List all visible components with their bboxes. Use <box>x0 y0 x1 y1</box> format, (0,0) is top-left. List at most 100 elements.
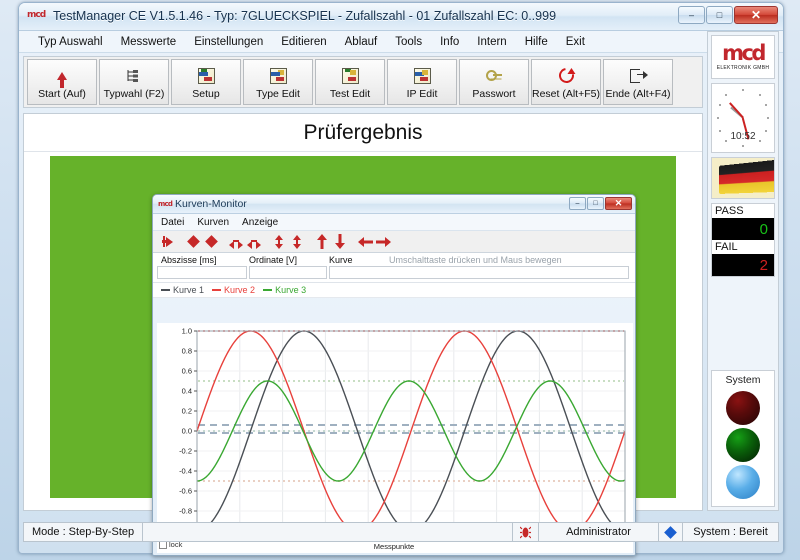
menu-item-exit[interactable]: Exit <box>557 34 594 50</box>
minimize-icon: – <box>575 200 580 207</box>
toolbar-label: Setup <box>192 87 220 100</box>
menu-item-tools[interactable]: Tools <box>386 34 431 50</box>
diamond-icon-1[interactable] <box>184 233 202 251</box>
tree-list-icon <box>125 65 143 87</box>
brand-logo-panel: mcd ELEKTRONIK GMBH <box>711 35 775 79</box>
toolbar-label: Type Edit <box>256 87 300 100</box>
menubar: Typ Auswahl Messwerte Einstellungen Edit… <box>19 31 783 53</box>
toolbar-button-test-edit[interactable]: Test Edit <box>315 59 385 105</box>
toolbar-label: IP Edit <box>406 87 438 100</box>
window-controls: – □ ✕ <box>677 6 778 24</box>
exit-door-icon <box>629 65 648 87</box>
svg-text:-0.6: -0.6 <box>179 487 192 496</box>
clock-second-hand <box>729 102 744 119</box>
statusbar: Mode : Step-By-Step Administrator System… <box>23 515 779 549</box>
menu-item-typ-auswahl[interactable]: Typ Auswahl <box>29 34 112 50</box>
maximize-icon: □ <box>593 200 598 207</box>
bar-left-arrow-icon[interactable] <box>159 233 177 251</box>
curve-label: Kurve <box>329 255 353 265</box>
pass-label: PASS <box>715 205 744 217</box>
left-arrow-icon[interactable] <box>356 233 374 251</box>
menu-item-messwerte[interactable]: Messwerte <box>112 34 186 50</box>
main-window: mcd TestManager CE V1.5.1.46 - Typ: 7GLU… <box>18 2 784 556</box>
menu-item-hilfe[interactable]: Hilfe <box>516 34 557 50</box>
status-mode: Mode : Step-By-Step <box>23 522 144 542</box>
toolbar-button-passwort[interactable]: Passwort <box>459 59 529 105</box>
main-content: Prüfergebnis mcd Kurven-Monitor – □ ✕ Da… <box>23 113 703 556</box>
vertical-expand-icon-1[interactable] <box>270 233 288 251</box>
legend-label: Kurve 2 <box>224 285 256 295</box>
toolbar-button-start[interactable]: Start (Auf) <box>27 59 97 105</box>
kurven-window-controls: – □ ✕ <box>568 197 632 210</box>
toolbar-button-type-edit[interactable]: Type Edit <box>243 59 313 105</box>
right-arrow-icon[interactable] <box>374 233 392 251</box>
kurven-menu-datei[interactable]: Datei <box>161 217 193 228</box>
svg-text:1.0: 1.0 <box>182 327 192 336</box>
menu-item-intern[interactable]: Intern <box>468 34 515 50</box>
red-up-arrow-icon <box>57 65 67 88</box>
key-icon <box>485 65 503 87</box>
right-sidebar: mcd ELEKTRONIK GMBH 10:52 PASS 0 FAIL 2 … <box>707 31 779 511</box>
kurven-maximize-button[interactable]: □ <box>587 197 604 210</box>
svg-text:0.0: 0.0 <box>182 427 192 436</box>
horizontal-expand-icon-2[interactable] <box>245 233 263 251</box>
toolbar-label: Typwahl (F2) <box>103 87 165 100</box>
menu-item-editieren[interactable]: Editieren <box>272 34 335 50</box>
legend-item-kurve-3[interactable]: Kurve 3 <box>263 285 306 295</box>
legend-swatch <box>161 289 170 291</box>
svg-text:0.2: 0.2 <box>182 407 192 416</box>
ip-edit-icon <box>413 65 431 87</box>
toolbar-button-setup[interactable]: Setup <box>171 59 241 105</box>
horizontal-expand-icon-1[interactable] <box>227 233 245 251</box>
legend-label: Kurve 1 <box>173 285 205 295</box>
kurven-titlebar: mcd Kurven-Monitor – □ ✕ <box>153 195 635 214</box>
type-edit-icon <box>269 65 287 87</box>
toolbar-label: Ende (Alt+F4) <box>605 87 671 100</box>
kurven-readout-fields: Abszisse [ms] Ordinate [V] Kurve Umschal… <box>153 253 635 283</box>
curve-input[interactable] <box>329 266 629 279</box>
menu-item-ablauf[interactable]: Ablauf <box>336 34 387 50</box>
language-flag-panel[interactable] <box>711 157 775 199</box>
kurven-menu-kurven[interactable]: Kurven <box>197 217 238 228</box>
minimize-button[interactable]: – <box>678 6 705 24</box>
toolbar-label: Reset (Alt+F5) <box>532 87 600 100</box>
down-arrow-icon[interactable] <box>331 233 349 251</box>
up-arrow-icon[interactable] <box>313 233 331 251</box>
kurven-close-button[interactable]: ✕ <box>605 197 632 210</box>
legend-item-kurve-1[interactable]: Kurve 1 <box>161 285 204 295</box>
result-canvas: mcd Kurven-Monitor – □ ✕ Datei Kurven An… <box>50 156 676 556</box>
ordinate-input[interactable] <box>249 266 327 279</box>
legend-item-kurve-2[interactable]: Kurve 2 <box>212 285 255 295</box>
mcd-logo-icon: mcd <box>158 200 173 208</box>
minimize-icon: – <box>688 10 694 20</box>
toolbar-button-ende[interactable]: Ende (Alt+F4) <box>603 59 673 105</box>
vertical-expand-icon-2[interactable] <box>288 233 306 251</box>
kurven-window-title: Kurven-Monitor <box>175 198 247 210</box>
kurven-minimize-button[interactable]: – <box>569 197 586 210</box>
system-status-panel: System <box>711 370 775 507</box>
diamond-icon-2[interactable] <box>202 233 220 251</box>
toolbar-label: Start (Auf) <box>38 87 86 100</box>
setup-icon <box>197 65 215 87</box>
test-edit-icon <box>341 65 359 87</box>
close-icon: ✕ <box>614 198 623 208</box>
toolbar-button-reset[interactable]: Reset (Alt+F5) <box>531 59 601 105</box>
close-button[interactable]: ✕ <box>734 6 778 24</box>
menu-item-einstellungen[interactable]: Einstellungen <box>185 34 272 50</box>
toolbar-label: Test Edit <box>329 87 371 100</box>
page-title: Prüfergebnis <box>24 114 702 152</box>
bug-icon[interactable] <box>513 522 539 542</box>
status-system: System : Bereit <box>683 522 779 542</box>
maximize-button[interactable]: □ <box>706 6 733 24</box>
menu-item-info[interactable]: Info <box>431 34 468 50</box>
result-counters-panel: PASS 0 FAIL 2 <box>711 203 775 277</box>
kurven-menu-anzeige[interactable]: Anzeige <box>242 217 287 228</box>
mcd-logo-icon: mcd <box>722 41 766 65</box>
legend-swatch <box>212 289 222 291</box>
fail-label: FAIL <box>715 241 738 253</box>
abscissa-input[interactable] <box>157 266 247 279</box>
toolbar-button-typwahl[interactable]: Typwahl (F2) <box>99 59 169 105</box>
toolbar-button-ip-edit[interactable]: IP Edit <box>387 59 457 105</box>
kurven-menubar: Datei Kurven Anzeige <box>153 214 635 231</box>
fail-value: 2 <box>712 254 774 276</box>
